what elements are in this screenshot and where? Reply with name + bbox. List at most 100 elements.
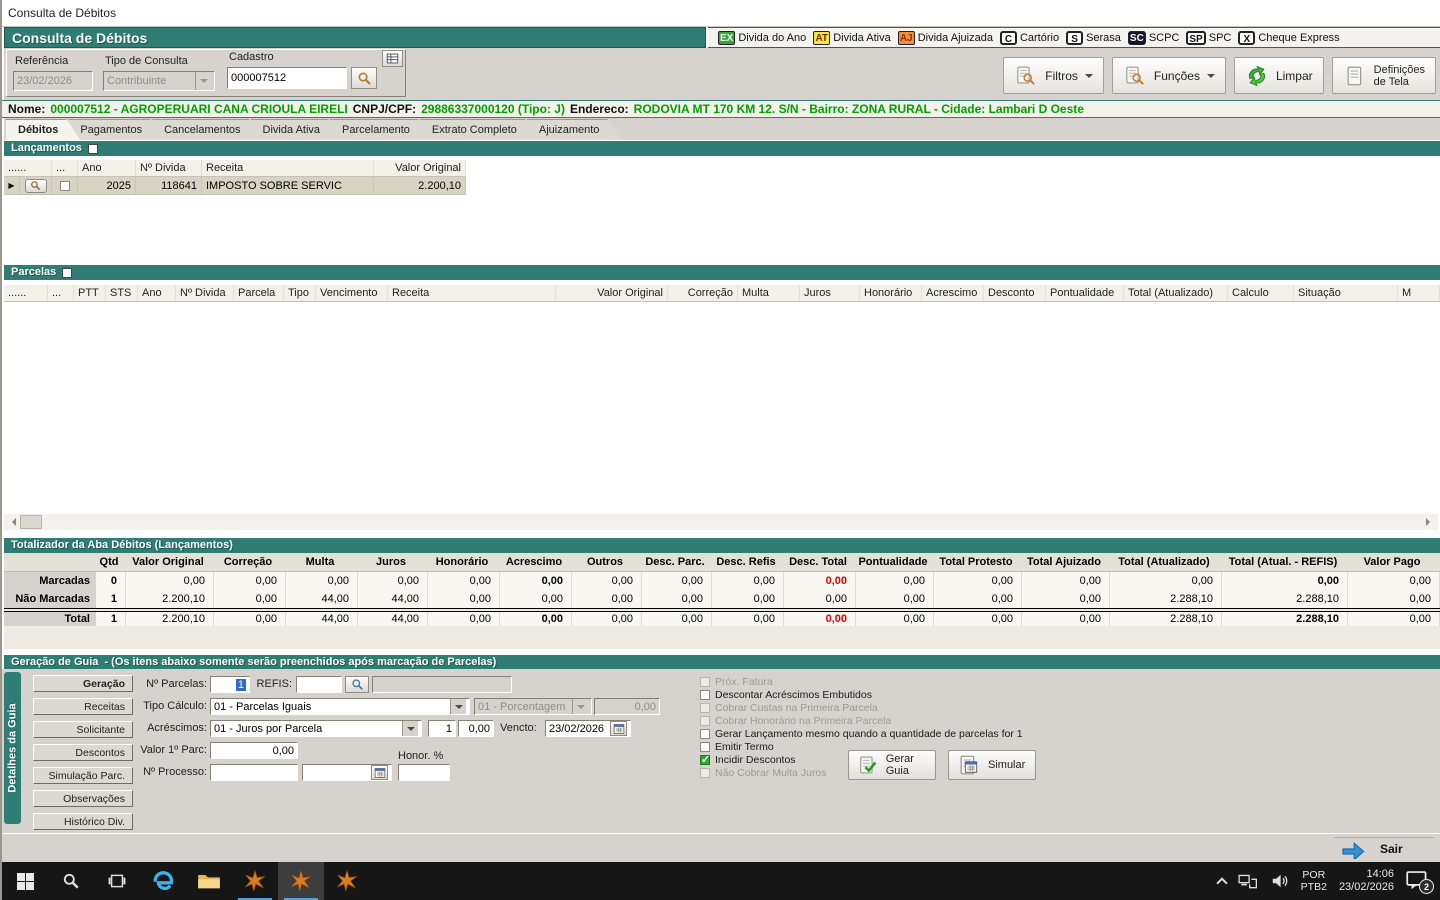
- checkbox-nao-cobrar-multa[interactable]: Não Cobrar Multa Juros: [700, 767, 826, 779]
- simulate-icon: [957, 754, 981, 776]
- geracao-guia-panel: Detalhes da Guia Geração Receitas Solici…: [2, 669, 1440, 833]
- badge-aj: AJ: [898, 31, 915, 45]
- exit-arrow-icon: [1340, 839, 1366, 859]
- checkbox-cobrar-custas[interactable]: Cobrar Custas na Primeira Parcela: [700, 702, 878, 714]
- limpar-button[interactable]: Limpar: [1234, 57, 1324, 94]
- valor-1-parc-input[interactable]: 0,00: [210, 742, 298, 759]
- lancamento-row[interactable]: 2025 118641 IMPOSTO SOBRE SERVIC 2.200,1…: [4, 177, 466, 195]
- n-processo-input[interactable]: [210, 764, 298, 781]
- tab-divida-ativa[interactable]: Divida Ativa: [251, 119, 342, 140]
- tab-parcelamento[interactable]: Parcelamento: [330, 119, 432, 140]
- generate-check-icon: [857, 754, 879, 776]
- taskbar-search-button[interactable]: [48, 862, 94, 900]
- tab-extrato-completo[interactable]: Extrato Completo: [420, 119, 539, 140]
- tray-expand-icon[interactable]: [1216, 877, 1227, 888]
- badge-at: AT: [813, 31, 830, 45]
- definicoes-tela-button[interactable]: Definiçõesde Tela: [1332, 57, 1436, 94]
- endereco-label: Endereco:: [570, 102, 629, 116]
- checkbox-incidir-descontos[interactable]: Incidir Descontos: [700, 754, 796, 766]
- network-icon[interactable]: [1238, 872, 1258, 890]
- checkbox-cobrar-honorario[interactable]: Cobrar Honorário na Primeira Parcela: [700, 715, 891, 727]
- n-processo-date-input[interactable]: [302, 764, 392, 781]
- parcelas-select-all-checkbox[interactable]: [62, 268, 72, 278]
- n-parcelas-input[interactable]: 1: [210, 676, 250, 693]
- window-title: Consulta de Débitos: [8, 6, 116, 20]
- nav-simulacao-parc-button[interactable]: Simulação Parc.: [33, 767, 133, 784]
- tipo-consulta-select[interactable]: Contribuinte: [103, 71, 215, 91]
- nav-observacoes-button[interactable]: Observações: [33, 790, 133, 807]
- app-burst-icon: [244, 870, 266, 892]
- checkbox-gerar-lancamento[interactable]: Gerar Lançamento mesmo quando a quantida…: [700, 728, 1023, 740]
- acrescimos-amount-input[interactable]: 0,00: [458, 720, 494, 737]
- tab-cancelamentos[interactable]: Cancelamentos: [152, 119, 262, 140]
- acrescimos-n-input[interactable]: 1: [428, 720, 456, 737]
- taskbar-ie-button[interactable]: [140, 862, 186, 900]
- taskbar-app-2-button[interactable]: [278, 862, 324, 900]
- refis-input[interactable]: [296, 676, 342, 693]
- system-tray: PORPTB2 14:0623/02/2026 2: [1218, 868, 1440, 894]
- language-indicator[interactable]: PORPTB2: [1301, 869, 1327, 893]
- grid-view-icon[interactable]: [382, 50, 403, 67]
- funcoes-button[interactable]: Funções: [1112, 57, 1226, 94]
- simular-button[interactable]: Simular: [948, 750, 1036, 780]
- nav-solicitante-button[interactable]: Solicitante: [33, 721, 133, 738]
- scroll-right-icon[interactable]: [1422, 514, 1438, 530]
- n-parcelas-label: Nº Parcelas:: [135, 678, 207, 690]
- speaker-icon[interactable]: [1270, 872, 1289, 890]
- honor-percent-input[interactable]: [398, 764, 450, 781]
- taskbar-app-1-button[interactable]: [232, 862, 278, 900]
- calculator-icon[interactable]: [371, 765, 388, 780]
- totalizador-header: Qtd Valor Original Correção Multa Juros …: [4, 553, 1440, 572]
- filtros-button[interactable]: Filtros: [1003, 57, 1104, 94]
- taskbar-explorer-button[interactable]: [186, 862, 232, 900]
- detalhes-da-guia-tab[interactable]: Detalhes da Guia: [4, 672, 21, 824]
- taskbar-app-3-button[interactable]: [324, 862, 370, 900]
- screen-settings-icon: [1343, 65, 1367, 87]
- acrescimos-select[interactable]: 01 - Juros por Parcela: [210, 720, 422, 737]
- nav-historico-div-button[interactable]: Histórico Div.: [33, 813, 133, 830]
- vencto-date-input[interactable]: 23/02/2026: [545, 720, 631, 737]
- notification-center-button[interactable]: 2: [1406, 870, 1430, 892]
- parcelas-table: ...... ... PTT STS Ano Nº Divida Parcela…: [4, 280, 1440, 514]
- scroll-left-icon[interactable]: [4, 514, 20, 530]
- nav-receitas-button[interactable]: Receitas: [33, 698, 133, 715]
- gerar-guia-button[interactable]: Gerar Guia: [848, 750, 936, 780]
- tab-ajuizamento[interactable]: Ajuizamento: [527, 119, 622, 140]
- horizontal-scrollbar[interactable]: [4, 514, 1438, 530]
- sair-button[interactable]: Sair: [1334, 837, 1434, 860]
- clear-icon: [1245, 65, 1269, 87]
- tipo-calculo-select[interactable]: 01 - Parcelas Iguais: [210, 698, 470, 715]
- cadastro-input[interactable]: 000007512: [227, 67, 347, 89]
- legend-item-cartorio: CCartório: [1000, 31, 1059, 45]
- honor-label: Honor. %: [398, 750, 458, 762]
- parcelas-section-bar: Parcelas: [4, 265, 1440, 280]
- nav-geracao-button[interactable]: Geração: [33, 675, 133, 692]
- calendar-icon[interactable]: [610, 721, 627, 736]
- row-detail-search-button[interactable]: [25, 179, 47, 193]
- lancamentos-select-all-checkbox[interactable]: [88, 144, 98, 154]
- footer-bar: Sair: [2, 833, 1440, 862]
- tab-pagamentos[interactable]: Pagamentos: [68, 119, 164, 140]
- query-toolbar: Referência 23/02/2026 Tipo de Consulta C…: [4, 48, 1440, 100]
- scrollbar-thumb[interactable]: [20, 515, 42, 529]
- valor-1-parc-label: Valor 1º Parc:: [135, 744, 207, 756]
- legend-item-divida-ajuizada: AJDivida Ajuizada: [898, 31, 993, 45]
- checkbox-emitir-termo[interactable]: Emitir Termo: [700, 741, 774, 753]
- badge-x: X: [1238, 31, 1255, 45]
- cadastro-search-button[interactable]: [351, 67, 377, 89]
- checkbox-descontar-acrescimos[interactable]: Descontar Acréscimos Embutidos: [700, 689, 872, 701]
- tipo-calculo-label: Tipo Cálculo:: [135, 700, 207, 712]
- refis-label: REFIS:: [252, 678, 292, 690]
- legend-item-scpc: SCSCPC: [1128, 31, 1179, 45]
- clock[interactable]: 14:0623/02/2026: [1339, 868, 1394, 894]
- checkbox-prox-fatura[interactable]: Próx. Fatura: [700, 676, 773, 688]
- checked-checkbox-icon: [700, 755, 710, 765]
- row-select-checkbox[interactable]: [60, 181, 70, 191]
- nav-descontos-button[interactable]: Descontos: [33, 744, 133, 761]
- task-view-button[interactable]: [94, 862, 140, 900]
- start-button[interactable]: [2, 862, 48, 900]
- legend-item-divida-ano: EXDivida do Ano: [718, 31, 806, 45]
- folder-icon: [197, 871, 221, 891]
- referencia-field[interactable]: 23/02/2026: [13, 71, 93, 91]
- refis-search-button[interactable]: [345, 676, 369, 693]
